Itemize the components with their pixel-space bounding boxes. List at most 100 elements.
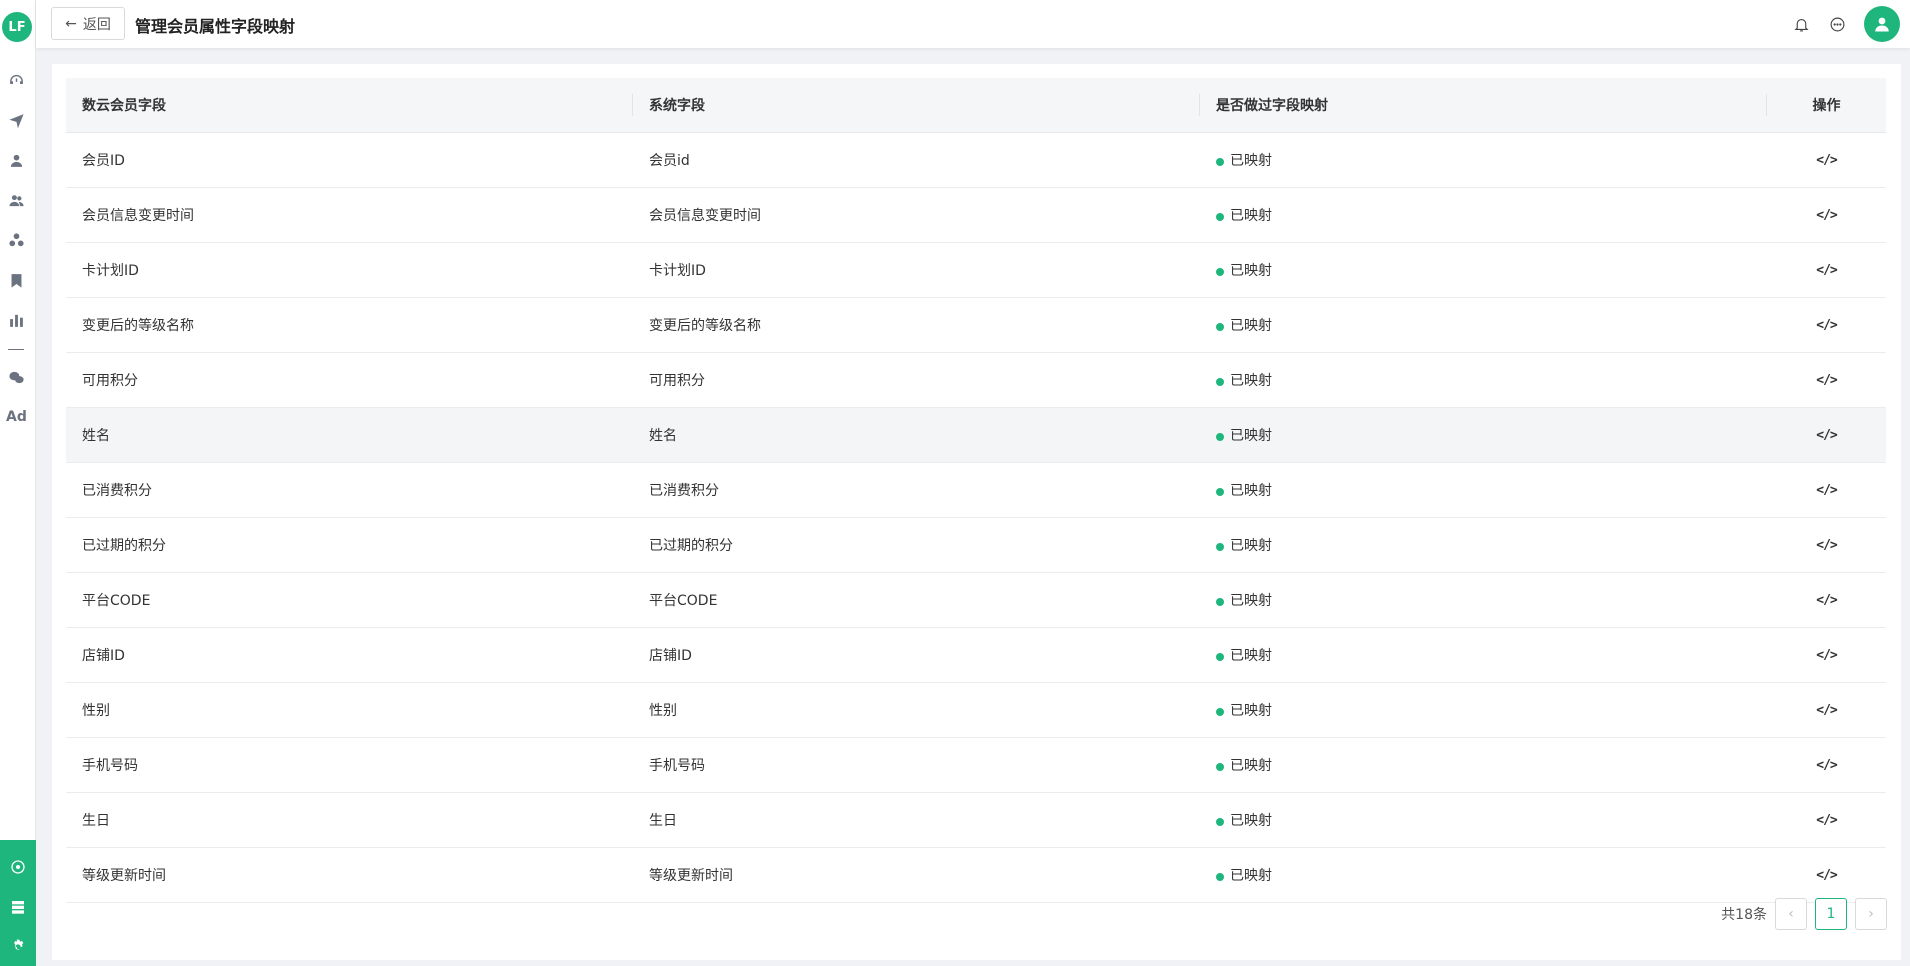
status-dot (1216, 377, 1224, 386)
cell-source-field: 平台CODE (66, 572, 633, 628)
column-header-mapped: 是否做过字段映射 (1200, 78, 1767, 133)
pagination-prev-button[interactable]: ‹ (1775, 898, 1807, 930)
cell-actions: </> (1767, 407, 1886, 463)
cell-mapping-status: 已映射 (1200, 407, 1767, 463)
code-icon[interactable]: </> (1816, 153, 1838, 168)
code-icon[interactable]: </> (1816, 318, 1838, 333)
ad-menu-item[interactable]: Ad (6, 409, 27, 425)
settings-icon[interactable] (8, 937, 28, 957)
status-dot (1216, 597, 1224, 606)
status-dot (1216, 762, 1224, 771)
code-icon[interactable]: </> (1816, 263, 1838, 278)
status-label: 已映射 (1230, 262, 1272, 279)
cell-mapping-status: 已映射 (1200, 242, 1767, 298)
cell-actions: </> (1767, 847, 1886, 903)
status-dot (1216, 487, 1224, 496)
cell-source-field: 店铺ID (66, 627, 633, 683)
status-label: 已映射 (1230, 812, 1272, 829)
pagination-next-button[interactable]: › (1855, 898, 1887, 930)
cell-mapping-status: 已映射 (1200, 297, 1767, 353)
cell-system-field: 等级更新时间 (633, 847, 1200, 903)
status-dot (1216, 267, 1224, 276)
cell-actions: </> (1767, 737, 1886, 793)
back-button-label: 返回 (82, 16, 111, 33)
code-icon[interactable]: </> (1816, 648, 1838, 663)
back-button[interactable]: ← 返回 (51, 7, 125, 40)
cell-actions: </> (1767, 462, 1886, 518)
status-label: 已映射 (1230, 867, 1272, 884)
status-dot (1216, 322, 1224, 331)
cell-system-field: 可用积分 (633, 352, 1200, 408)
cell-source-field: 已消费积分 (66, 462, 633, 518)
code-icon[interactable]: </> (1816, 483, 1838, 498)
code-icon[interactable]: </> (1816, 428, 1838, 443)
cell-source-field: 会员ID (66, 132, 633, 188)
status-label: 已映射 (1230, 152, 1272, 169)
cell-source-field: 已过期的积分 (66, 517, 633, 573)
bell-icon[interactable] (1791, 14, 1811, 34)
column-header-system: 系统字段 (633, 78, 1200, 133)
code-icon[interactable]: </> (1816, 593, 1838, 608)
cell-source-field: 姓名 (66, 407, 633, 463)
cell-mapping-status: 已映射 (1200, 462, 1767, 518)
bookmark-icon[interactable] (6, 270, 26, 290)
code-icon[interactable]: </> (1816, 868, 1838, 883)
dashboard-icon[interactable] (6, 70, 26, 90)
server-icon[interactable] (8, 897, 28, 917)
table-row: 变更后的等级名称 变更后的等级名称 已映射 </> (66, 297, 1886, 353)
status-label: 已映射 (1230, 427, 1272, 444)
column-header-source: 数云会员字段 (66, 78, 633, 133)
cell-system-field: 姓名 (633, 407, 1200, 463)
wechat-icon[interactable] (6, 367, 26, 387)
users-icon[interactable] (6, 190, 26, 210)
logo-text: LF (8, 19, 26, 35)
status-label: 已映射 (1230, 207, 1272, 224)
code-icon[interactable]: </> (1816, 813, 1838, 828)
status-dot (1216, 542, 1224, 551)
send-icon[interactable] (6, 110, 26, 130)
status-dot (1216, 817, 1224, 826)
arrow-left-icon: ← (65, 15, 77, 32)
status-dot (1216, 652, 1224, 661)
table-row: 性别 性别 已映射 </> (66, 682, 1886, 738)
code-icon[interactable]: </> (1816, 373, 1838, 388)
code-icon[interactable]: </> (1816, 758, 1838, 773)
cell-source-field: 会员信息变更时间 (66, 187, 633, 243)
cell-actions: </> (1767, 242, 1886, 298)
pagination-page-button[interactable]: 1 (1815, 898, 1847, 930)
table-row: 店铺ID 店铺ID 已映射 </> (66, 627, 1886, 683)
table-row: 手机号码 手机号码 已映射 </> (66, 737, 1886, 793)
code-icon[interactable]: </> (1816, 703, 1838, 718)
avatar[interactable] (1864, 6, 1900, 42)
cell-mapping-status: 已映射 (1200, 572, 1767, 628)
cell-actions: </> (1767, 572, 1886, 628)
cell-system-field: 店铺ID (633, 627, 1200, 683)
hub-icon[interactable] (8, 857, 28, 877)
app-logo[interactable]: LF (2, 12, 32, 42)
cell-mapping-status: 已映射 (1200, 627, 1767, 683)
groups-icon[interactable] (6, 230, 26, 250)
cell-system-field: 已过期的积分 (633, 517, 1200, 573)
cell-source-field: 性别 (66, 682, 633, 738)
cell-source-field: 等级更新时间 (66, 847, 633, 903)
table-row: 生日 生日 已映射 </> (66, 792, 1886, 848)
content-card: 数云会员字段 系统字段 是否做过字段映射 操作 会员ID 会员id 已映射 </> 会员… (52, 64, 1901, 960)
bar-chart-icon[interactable] (6, 310, 26, 330)
message-icon[interactable] (1827, 14, 1847, 34)
status-label: 已映射 (1230, 537, 1272, 554)
table-header-row: 数云会员字段 系统字段 是否做过字段映射 操作 (66, 78, 1886, 133)
table-row: 会员信息变更时间 会员信息变更时间 已映射 </> (66, 187, 1886, 243)
table-row: 卡计划ID 卡计划ID 已映射 </> (66, 242, 1886, 298)
cell-system-field: 会员id (633, 132, 1200, 188)
status-label: 已映射 (1230, 702, 1272, 719)
table-row: 会员ID 会员id 已映射 </> (66, 132, 1886, 188)
status-dot (1216, 212, 1224, 221)
user-icon[interactable] (6, 150, 26, 170)
table-row: 平台CODE 平台CODE 已映射 </> (66, 572, 1886, 628)
cell-actions: </> (1767, 132, 1886, 188)
sidebar-bottom-panel (0, 840, 36, 966)
code-icon[interactable]: </> (1816, 538, 1838, 553)
cell-source-field: 卡计划ID (66, 242, 633, 298)
cell-mapping-status: 已映射 (1200, 517, 1767, 573)
code-icon[interactable]: </> (1816, 208, 1838, 223)
